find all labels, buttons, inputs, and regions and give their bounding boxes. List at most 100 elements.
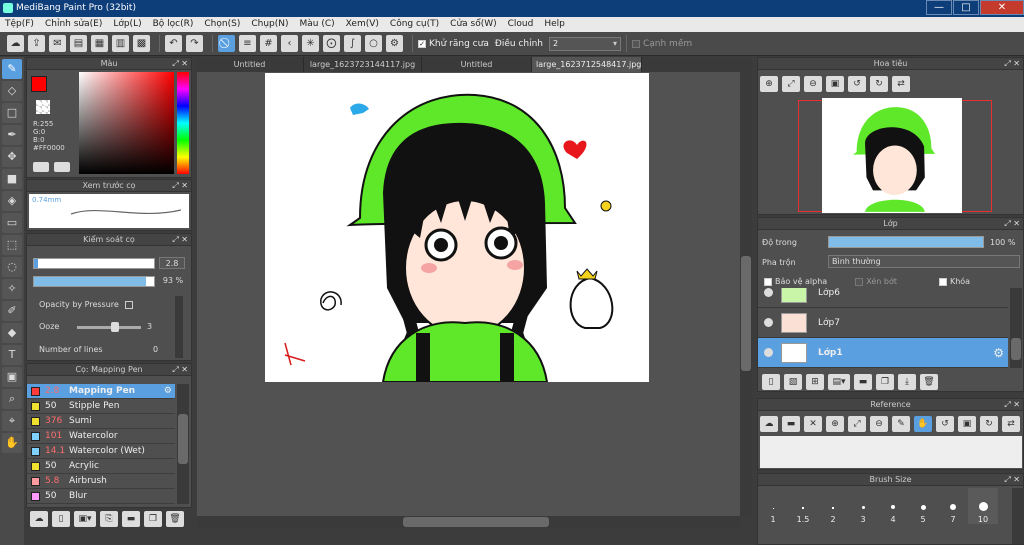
minimize-button[interactable]: — [926, 0, 952, 15]
select-pen-tool-icon[interactable]: ✐ [2, 301, 22, 321]
menu-help[interactable]: Help [544, 17, 565, 32]
snap-off-icon[interactable]: ⃠ [218, 35, 235, 52]
copy-brush-icon[interactable]: ⎘ [100, 511, 118, 527]
duplicate-icon[interactable]: ❐ [144, 511, 162, 527]
actual-size-icon[interactable]: ▣ [826, 76, 844, 92]
menu-file[interactable]: Tệp(F) [5, 17, 34, 32]
hue-slider[interactable] [177, 72, 189, 174]
eye-icon[interactable] [764, 288, 773, 297]
select-rect-tool-icon[interactable]: ⬚ [2, 235, 22, 255]
brush-item[interactable]: 50 Acrylic [27, 459, 175, 474]
fit-ref-icon[interactable]: ⤢ [848, 416, 866, 432]
transparent-swatch[interactable] [36, 100, 50, 114]
layer-folder-icon[interactable]: ▬ [854, 374, 872, 390]
close-ref-icon[interactable]: ✕ [804, 416, 822, 432]
maximize-button[interactable]: □ [953, 0, 979, 15]
palette-button[interactable] [54, 162, 70, 172]
bucket-tool-icon[interactable]: ◈ [2, 191, 22, 211]
menu-layer[interactable]: Lớp(L) [113, 17, 141, 32]
drawing-canvas[interactable] [265, 73, 649, 382]
document-icon[interactable]: ▦ [91, 35, 108, 52]
reference-viewer[interactable] [760, 436, 1022, 468]
layer-list-scrollbar[interactable] [1010, 288, 1022, 368]
brush-size-value[interactable]: 2.8 [159, 257, 185, 269]
move-tool-icon[interactable]: ✥ [2, 147, 22, 167]
soft-edge-checkbox[interactable] [631, 39, 640, 48]
snap-curve-icon[interactable]: ∫ [344, 35, 361, 52]
rotate-right-icon[interactable]: ↻ [870, 76, 888, 92]
share-icon[interactable]: ⇪ [28, 35, 45, 52]
menu-filter[interactable]: Bộ lọc(R) [153, 17, 194, 32]
brush-control-scrollbar[interactable] [175, 296, 183, 358]
eyedropper-tool-icon[interactable]: ⌕ [2, 389, 22, 409]
comment-icon[interactable]: ✉ [49, 35, 66, 52]
new-brush-icon[interactable]: ▯ [52, 511, 70, 527]
brush-size-4[interactable]: 4 [878, 488, 908, 524]
select-eraser-tool-icon[interactable]: ◆ [2, 323, 22, 343]
cloud-icon[interactable]: ☁ [7, 35, 24, 52]
brush-item[interactable]: 50 Stipple Pen [27, 399, 175, 414]
snap-radial-icon[interactable]: ✳ [302, 35, 319, 52]
grid-icon[interactable]: ▩ [133, 35, 150, 52]
merge-layer-icon[interactable]: ⤓ [898, 374, 916, 390]
brush-size-1-5[interactable]: 1.5 [788, 488, 818, 524]
redo-icon[interactable]: ↷ [186, 35, 203, 52]
brush-item[interactable]: 50 Blur [27, 489, 175, 504]
hand-ref-icon[interactable]: ✋ [914, 416, 932, 432]
brush-item[interactable]: 101 Watercolor [27, 429, 175, 444]
panel-icon[interactable]: ▥ [112, 35, 129, 52]
blend-mode-select[interactable]: Bình thường [828, 255, 1020, 268]
open-ref-icon[interactable]: ▬ [782, 416, 800, 432]
tab-image-2[interactable]: large_1623712548417.jpg [532, 57, 642, 72]
cloud-ref-icon[interactable]: ☁ [760, 416, 778, 432]
flip-icon[interactable]: ⇄ [892, 76, 910, 92]
page-icon[interactable]: ▤ [70, 35, 87, 52]
snap-grid-icon[interactable]: # [260, 35, 277, 52]
menu-select[interactable]: Chọn(S) [204, 17, 240, 32]
add-brush-icon[interactable]: ▣▾ [74, 511, 96, 527]
gradient-tool-icon[interactable]: ▭ [2, 213, 22, 233]
layer-options-icon[interactable]: ▤▾ [828, 374, 850, 390]
brush-opacity-slider[interactable] [33, 276, 155, 287]
trash-icon[interactable]: 🗑 [166, 511, 184, 527]
clipping-checkbox[interactable] [855, 277, 864, 286]
brush-item[interactable]: 2.8 Mapping Pen ⚙ [27, 384, 175, 399]
new-halftone-layer-icon[interactable]: ▧ [784, 374, 802, 390]
ooze-slider[interactable] [77, 322, 141, 332]
brush-size-slider[interactable] [33, 258, 155, 269]
rotate-left-ref-icon[interactable]: ↺ [936, 416, 954, 432]
tab-untitled-1[interactable]: Untitled [196, 57, 304, 72]
brush-size-3[interactable]: 3 [848, 488, 878, 524]
brush-size-scrollbar[interactable] [1012, 488, 1024, 544]
menu-view[interactable]: Xem(V) [346, 17, 379, 32]
menu-color[interactable]: Màu (C) [300, 17, 335, 32]
eye-icon[interactable] [764, 318, 773, 327]
menu-window[interactable]: Cửa sổ(W) [450, 17, 496, 32]
menu-tools[interactable]: Công cụ(T) [390, 17, 439, 32]
vertical-scroll-thumb[interactable] [741, 256, 751, 371]
horizontal-scroll-thumb[interactable] [403, 517, 549, 527]
menu-snap[interactable]: Chụp(N) [251, 17, 288, 32]
tab-untitled-2[interactable]: Untitled [422, 57, 532, 72]
layer-row[interactable]: Lớp7 [758, 308, 1008, 338]
brush-size-1[interactable]: 1 [758, 488, 788, 524]
actual-size-ref-icon[interactable]: ▣ [958, 416, 976, 432]
brush-size-2[interactable]: 2 [818, 488, 848, 524]
opacity-pressure-checkbox[interactable] [124, 300, 133, 309]
text-tool-icon[interactable]: T [2, 345, 22, 365]
brush-item[interactable]: 5.8 Airbrush [27, 474, 175, 489]
brush-size-7[interactable]: 7 [938, 488, 968, 524]
add-layer-icon[interactable]: ⊞ [806, 374, 824, 390]
add-color-button[interactable] [33, 162, 49, 172]
menu-cloud[interactable]: Cloud [508, 17, 534, 32]
undo-icon[interactable]: ↶ [165, 35, 182, 52]
zoom-in-ref-icon[interactable]: ⊕ [826, 416, 844, 432]
close-button[interactable]: ✕ [980, 0, 1024, 15]
lasso-tool-icon[interactable]: ◌ [2, 257, 22, 277]
snap-circle-icon[interactable]: ○ [365, 35, 382, 52]
brush-size-10[interactable]: 10 [968, 488, 998, 524]
eraser-tool-icon[interactable]: ◇ [2, 81, 22, 101]
cloud-brush-icon[interactable]: ☁ [30, 511, 48, 527]
snap-parallel-icon[interactable]: ≡ [239, 35, 256, 52]
protect-alpha-checkbox[interactable] [764, 277, 772, 286]
